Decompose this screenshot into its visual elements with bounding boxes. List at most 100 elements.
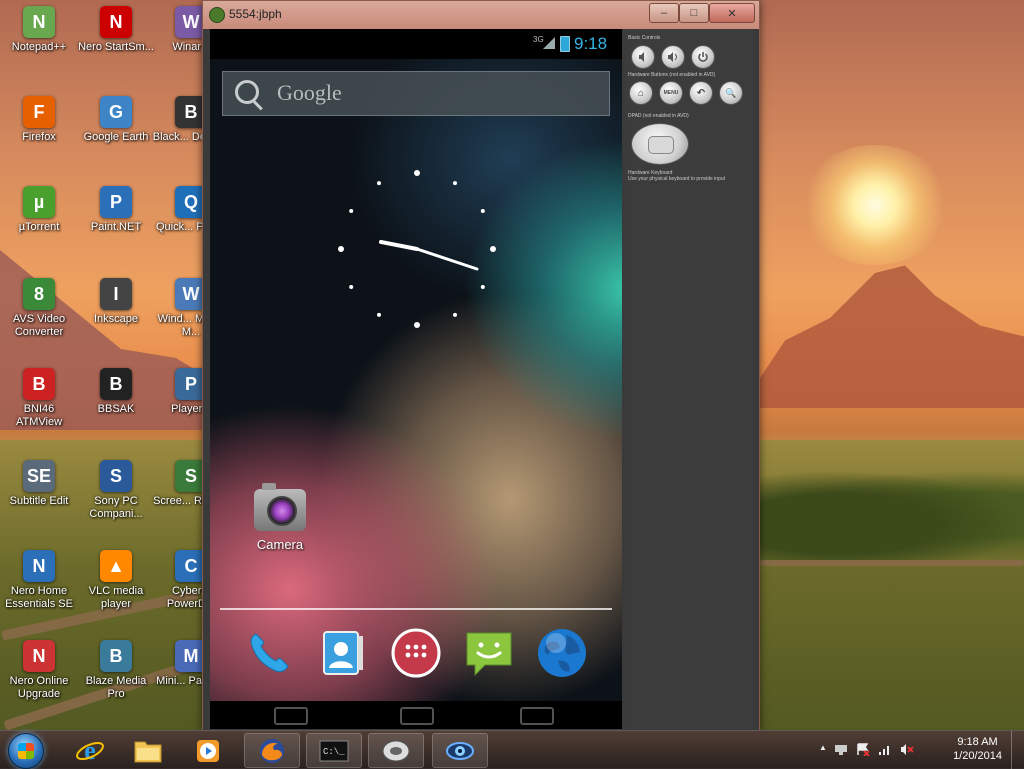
- taskbar-internet-explorer[interactable]: e: [62, 733, 118, 768]
- desktop-shortcut-icon: B: [23, 368, 55, 400]
- hw-search-button[interactable]: 🔍: [719, 81, 743, 105]
- desktop-shortcut[interactable]: B Blaze Media Pro: [77, 640, 155, 701]
- google-search-bar[interactable]: Google: [222, 71, 610, 116]
- dock-messaging[interactable]: [463, 627, 515, 679]
- tray-clock[interactable]: 9:18 AM 1/20/2014: [953, 735, 1002, 763]
- show-desktop-button[interactable]: [1011, 731, 1024, 769]
- clock-tick: [414, 170, 420, 176]
- clock-tick: [414, 322, 420, 328]
- svg-text:e: e: [84, 736, 96, 765]
- close-button[interactable]: ✕: [709, 3, 755, 23]
- emulator-window[interactable]: 5554:jbph – □ ✕ 3G 9:18 Google Camera Ba…: [202, 0, 760, 732]
- battery-icon: [560, 36, 570, 52]
- android-emulator-icon: [209, 7, 225, 23]
- android-screen[interactable]: 3G 9:18 Google Camera: [210, 29, 622, 729]
- desktop-shortcut[interactable]: B BBSAK: [77, 368, 155, 416]
- dock-contacts[interactable]: [317, 627, 369, 679]
- desktop-shortcut[interactable]: N Nero Home Essentials SE: [0, 550, 78, 611]
- desktop-shortcut-icon: I: [100, 278, 132, 310]
- taskbar-screen-recorder[interactable]: [432, 733, 488, 768]
- desktop-shortcut-icon: N: [23, 550, 55, 582]
- signal-icon: [543, 37, 555, 49]
- desktop-shortcut[interactable]: N Nero Online Upgrade: [0, 640, 78, 701]
- wallpaper-sun: [800, 145, 950, 265]
- hw-menu-button[interactable]: MENU: [659, 81, 683, 105]
- tray-action-center-icon[interactable]: [856, 743, 870, 757]
- desktop-shortcut[interactable]: SE Subtitle Edit: [0, 460, 78, 508]
- desktop-shortcut-icon: ▲: [100, 550, 132, 582]
- clock-minute-hand: [415, 247, 479, 271]
- clock-tick: [377, 181, 381, 186]
- dock-app-drawer[interactable]: [390, 627, 442, 679]
- analog-clock-widget[interactable]: [337, 169, 497, 329]
- media-player-icon: [197, 739, 219, 762]
- desktop-shortcut-icon: P: [100, 186, 132, 218]
- emulator-titlebar[interactable]: 5554:jbph – □ ✕: [203, 1, 759, 29]
- desktop-shortcut[interactable]: P Paint.NET: [77, 186, 155, 234]
- tray-signal-icon[interactable]: [878, 743, 892, 756]
- volume-down-button[interactable]: [631, 45, 655, 69]
- dpad-label: DPAD (not enabled in AVD): [628, 113, 689, 119]
- clock-tick: [338, 246, 344, 252]
- tray-date: 1/20/2014: [953, 750, 1002, 762]
- dock-phone[interactable]: [243, 627, 295, 679]
- tray-network-device-icon[interactable]: [834, 743, 848, 756]
- tray-expand-icon[interactable]: ▲: [816, 743, 830, 756]
- browser-globe-icon: [538, 629, 586, 677]
- minimize-button[interactable]: –: [649, 3, 679, 23]
- desktop-shortcut-label: Google Earth: [83, 131, 149, 143]
- desktop-shortcut[interactable]: G Google Earth: [77, 96, 155, 144]
- desktop-shortcut[interactable]: F Firefox: [0, 96, 78, 144]
- nav-recent-button[interactable]: [520, 707, 554, 725]
- desktop-shortcut-label: AVS Video Converter: [12, 313, 66, 338]
- wallpaper-trees: [760, 470, 1024, 560]
- desktop-shortcut[interactable]: N Nero StartSm...: [77, 6, 155, 54]
- maximize-button[interactable]: □: [679, 3, 709, 23]
- start-button[interactable]: [8, 733, 44, 769]
- desktop-shortcut-icon: B: [100, 640, 132, 672]
- volume-up-icon: [668, 52, 677, 62]
- hw-home-button[interactable]: ⌂: [629, 81, 653, 105]
- desktop-shortcut-label: VLC media player: [88, 585, 144, 610]
- window-title: 5554:jbph: [229, 7, 282, 21]
- taskbar-emulator-window[interactable]: [368, 733, 424, 768]
- desktop-shortcut-label: Nero StartSm...: [78, 41, 154, 53]
- taskbar-explorer[interactable]: [120, 733, 176, 768]
- status-time: 9:18: [574, 34, 608, 53]
- clock-hour-hand: [379, 240, 419, 251]
- nav-back-button[interactable]: [274, 707, 308, 725]
- dpad-control[interactable]: [631, 123, 689, 165]
- clock-tick: [480, 285, 485, 289]
- desktop-shortcut[interactable]: N Notepad++: [0, 6, 78, 54]
- hw-back-button[interactable]: ↶: [689, 81, 713, 105]
- phone-icon: [250, 633, 289, 673]
- taskbar-command-prompt[interactable]: C:\_: [306, 733, 362, 768]
- dock-browser[interactable]: [536, 627, 588, 679]
- basic-controls-label: Basic Controls: [628, 35, 661, 41]
- desktop-shortcut[interactable]: ▲ VLC media player: [77, 550, 155, 611]
- tray-time: 9:18 AM: [957, 736, 998, 748]
- desktop-shortcut[interactable]: 8 AVS Video Converter: [0, 278, 78, 339]
- taskbar-firefox[interactable]: [244, 733, 300, 768]
- power-button[interactable]: [691, 45, 715, 69]
- system-tray: ▲ 9:18 AM 1/20/2014: [804, 731, 1024, 769]
- nav-home-button[interactable]: [400, 707, 434, 725]
- desktop-shortcut[interactable]: µ µTorrent: [0, 186, 78, 234]
- desktop-shortcut[interactable]: B BNI46 ATMView: [0, 368, 78, 429]
- desktop-shortcut-label: Paint.NET: [90, 221, 142, 233]
- desktop-shortcut[interactable]: I Inkscape: [77, 278, 155, 326]
- tray-volume-muted-icon[interactable]: [900, 743, 914, 756]
- android-nav-bar: [210, 701, 622, 729]
- clock-tick: [453, 181, 457, 186]
- hardware-buttons-label: Hardware Buttons (not enabled in AVD): [628, 72, 716, 78]
- camera-shortcut[interactable]: Camera: [240, 483, 320, 552]
- volume-up-button[interactable]: [661, 45, 685, 69]
- desktop-shortcut-icon: F: [23, 96, 55, 128]
- desktop-shortcut-label: BBSAK: [97, 403, 135, 415]
- volume-down-icon: [639, 52, 644, 62]
- desktop-shortcut[interactable]: S Sony PC Compani...: [77, 460, 155, 521]
- internet-explorer-icon: e: [76, 736, 104, 765]
- clock-tick: [349, 209, 354, 213]
- taskbar-media-player[interactable]: [180, 733, 236, 768]
- wallpaper-fence: [760, 560, 1024, 566]
